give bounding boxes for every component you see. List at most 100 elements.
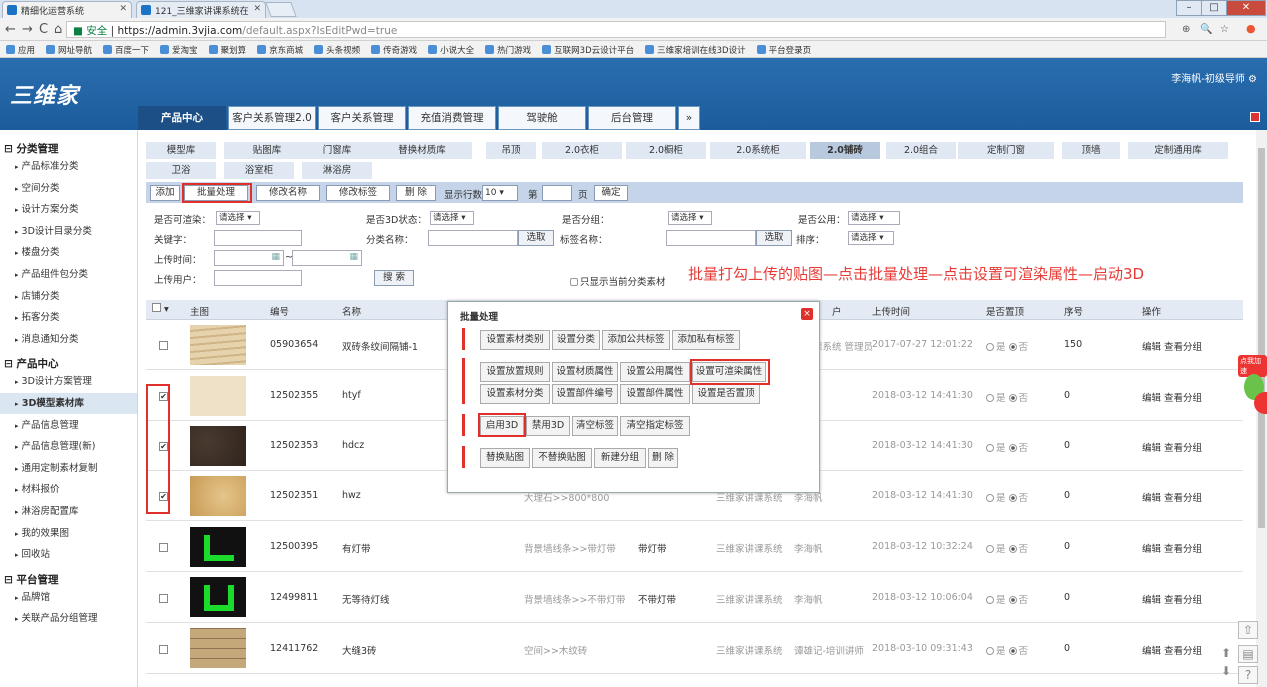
category-tab[interactable]: 淋浴房 <box>302 162 372 179</box>
sidebar-item[interactable]: ▸ 产品信息管理 <box>0 415 137 436</box>
pin-radio-group[interactable]: 是 否 <box>986 440 1028 454</box>
bookmark-item[interactable]: 京东商城 <box>257 44 303 56</box>
pin-no-radio[interactable] <box>1008 595 1017 604</box>
pin-yes-radio[interactable] <box>986 646 994 655</box>
sidebar-item[interactable]: ▸ 材料报价 <box>0 479 137 500</box>
pin-yes-radio[interactable] <box>986 444 994 452</box>
tab-recharge[interactable]: 充值消费管理 <box>408 106 496 130</box>
edit-tag-button[interactable]: 修改标签 <box>326 185 390 201</box>
rows-select[interactable]: 10 ▾ <box>482 185 518 201</box>
category-tab[interactable]: 定制通用库 <box>1128 142 1228 159</box>
pin-yes-radio[interactable] <box>986 595 994 604</box>
sidebar-group-title[interactable]: ⊟ 产品中心 <box>4 356 58 371</box>
sidebar-item[interactable]: ▸ 品牌馆 <box>0 587 137 608</box>
scrollbar-thumb[interactable] <box>1258 148 1265 528</box>
dialog-button[interactable]: 清空指定标签 <box>620 416 690 436</box>
browser-tab-1[interactable]: 精细化运营系统 ✕ <box>2 1 132 18</box>
dialog-button[interactable]: 设置部件属性 <box>620 384 690 404</box>
sidebar-item[interactable]: ▸ 3D模型素材库 <box>0 393 137 414</box>
dialog-button[interactable]: 设置是否置顶 <box>692 384 760 404</box>
bookmark-item[interactable]: 传奇游戏 <box>371 44 417 56</box>
start-date-input[interactable]: ▦ <box>214 250 284 266</box>
bookmark-item[interactable]: 互联网3D云设计平台 <box>542 44 634 56</box>
category-tab[interactable]: 门窗库 <box>302 142 372 159</box>
bookmark-item[interactable]: 应用 <box>6 44 35 56</box>
row-actions[interactable]: 编辑 查看分组 <box>1142 643 1202 657</box>
collapse-icon[interactable]: ⊟ <box>4 358 13 370</box>
tab-crm[interactable]: 客户关系管理 <box>318 106 406 130</box>
pin-yes-radio[interactable] <box>986 394 994 402</box>
dialog-button[interactable]: 设置分类 <box>552 330 600 350</box>
sidebar-item[interactable]: ▸ 产品信息管理(新) <box>0 436 137 457</box>
pin-radio-group[interactable]: 是 否 <box>986 643 1028 657</box>
page-input[interactable] <box>542 185 572 201</box>
browser-tab-2[interactable]: 121_三维家讲课系统在 ✕ <box>136 1 266 18</box>
dialog-button[interactable]: 禁用3D <box>526 416 570 436</box>
close-tab-icon[interactable]: ✕ <box>119 4 127 14</box>
sidebar-group-title[interactable]: ⊟ 平台管理 <box>4 572 58 587</box>
end-date-input[interactable]: ▦ <box>292 250 362 266</box>
scroll-down-icon[interactable]: ⬇ <box>1221 664 1231 678</box>
tab-crm2[interactable]: 客户关系管理2.0 <box>228 106 316 130</box>
zoom-icon[interactable]: 🔍 <box>1200 24 1212 35</box>
sidebar-item[interactable]: ▸ 楼盘分类 <box>0 242 137 263</box>
category-tab[interactable]: 2.0橱柜 <box>626 142 706 159</box>
pin-radio-group[interactable]: 是 否 <box>986 339 1028 353</box>
category-tab[interactable]: 定制门窗 <box>958 142 1054 159</box>
pin-no-radio[interactable] <box>1008 343 1017 351</box>
close-tab-icon[interactable]: ✕ <box>253 4 261 14</box>
thumbnail-image[interactable] <box>190 628 246 668</box>
bookmark-item[interactable]: 爱淘宝 <box>160 44 198 56</box>
scroll-top-icon[interactable]: ⇧ <box>1238 621 1258 639</box>
dialog-button[interactable]: 设置材质属性 <box>552 362 618 382</box>
public-select[interactable]: 请选择 ▾ <box>848 211 900 225</box>
row-actions[interactable]: 编辑 查看分组 <box>1142 440 1202 454</box>
bookmark-item[interactable]: 平台登录页 <box>756 44 811 56</box>
home-icon[interactable]: ⌂ <box>54 22 62 37</box>
category-tab[interactable]: 2.0衣柜 <box>542 142 622 159</box>
sidebar-item[interactable]: ▸ 设计方案分类 <box>0 199 137 220</box>
pick-category-button[interactable]: 选取 <box>518 230 554 246</box>
confirm-button[interactable]: 确定 <box>594 185 628 201</box>
dialog-button[interactable]: 添加私有标签 <box>672 330 740 350</box>
forward-icon[interactable]: → <box>22 22 33 37</box>
sort-select[interactable]: 请选择 ▾ <box>848 231 894 245</box>
calendar-icon[interactable]: ▦ <box>271 252 280 262</box>
feedback-icon[interactable]: ▤ <box>1238 645 1258 663</box>
extension-icon[interactable]: ● <box>1246 22 1256 35</box>
bookmark-item[interactable]: 小说大全 <box>428 44 474 56</box>
pin-no-radio[interactable] <box>1008 494 1017 502</box>
only-current-checkbox[interactable]: 只显示当前分类素材 <box>570 274 666 288</box>
category-tab[interactable]: 顶墙 <box>1062 142 1120 159</box>
tab-product-center[interactable]: 产品中心 <box>138 106 226 130</box>
reload-icon[interactable]: C <box>39 22 48 37</box>
sidebar-item[interactable]: ▸ 拓客分类 <box>0 307 137 328</box>
pin-no-radio[interactable] <box>1008 394 1017 402</box>
thumbnail-image[interactable] <box>190 476 246 516</box>
translate-icon[interactable]: ⊕ <box>1182 24 1190 35</box>
sidebar-item[interactable]: ▸ 消息通知分类 <box>0 329 137 350</box>
pin-radio-group[interactable]: 是 否 <box>986 541 1028 555</box>
bookmark-star-icon[interactable]: ☆ <box>1220 24 1229 35</box>
sidebar-item[interactable]: ▸ 我的效果图 <box>0 523 137 544</box>
dialog-button[interactable]: 清空标签 <box>572 416 618 436</box>
thumbnail-image[interactable] <box>190 325 246 365</box>
pin-yes-radio[interactable] <box>986 494 994 502</box>
calendar-icon[interactable]: ▦ <box>349 252 358 262</box>
pin-yes-radio[interactable] <box>986 343 994 351</box>
dialog-button[interactable]: 设置部件编号 <box>552 384 618 404</box>
bookmark-item[interactable]: 网址导航 <box>46 44 92 56</box>
renderable-select[interactable]: 请选择 ▾ <box>216 211 260 225</box>
pin-no-radio[interactable] <box>1008 545 1017 553</box>
dialog-button[interactable]: 设置素材分类 <box>480 384 550 404</box>
add-button[interactable]: 添加 <box>150 185 180 201</box>
thumbnail-image[interactable] <box>190 577 246 617</box>
row-actions[interactable]: 编辑 查看分组 <box>1142 541 1202 555</box>
category-input[interactable] <box>428 230 518 246</box>
thumbnail-image[interactable] <box>190 376 246 416</box>
status3d-select[interactable]: 请选择 ▾ <box>430 211 474 225</box>
dialog-button[interactable]: 设置公用属性 <box>620 362 690 382</box>
row-checkbox[interactable] <box>159 593 168 603</box>
sidebar-item[interactable]: ▸ 产品组件包分类 <box>0 264 137 285</box>
delete-button[interactable]: 删 除 <box>396 185 436 201</box>
